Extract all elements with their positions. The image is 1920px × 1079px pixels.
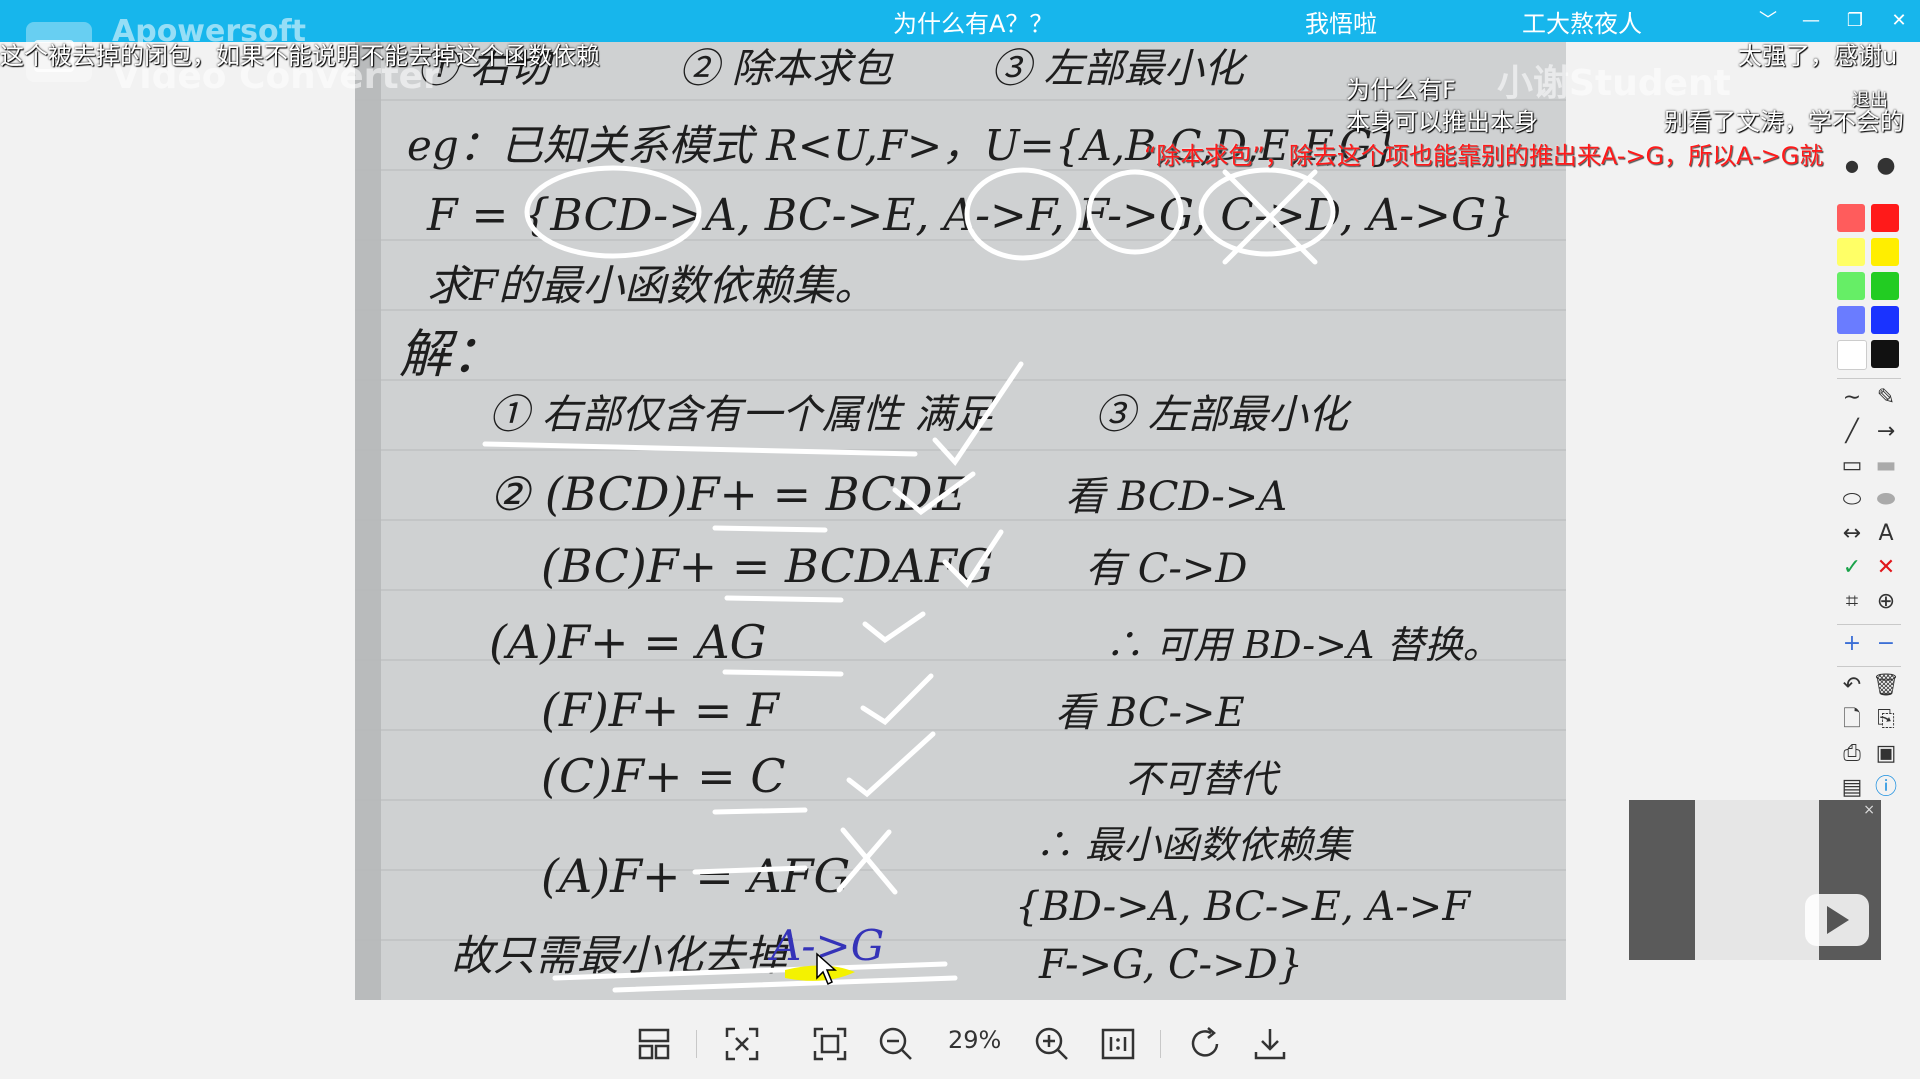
filled-rectangle-icon[interactable]: ▬ xyxy=(1871,452,1901,480)
color-swatch-light-green[interactable] xyxy=(1837,272,1865,300)
freehand-icon[interactable]: ∼ xyxy=(1837,384,1867,412)
color-swatch-red[interactable] xyxy=(1871,204,1899,232)
color-swatch-green[interactable] xyxy=(1871,272,1899,300)
color-swatch-light-yellow[interactable] xyxy=(1837,238,1865,266)
layout-icon[interactable] xyxy=(634,1024,674,1064)
zoom-level: 29% xyxy=(948,1026,1002,1054)
undo-icon[interactable]: ↶ xyxy=(1837,672,1867,700)
save-icon[interactable]: ▣ xyxy=(1871,740,1901,768)
color-swatch-white[interactable] xyxy=(1837,340,1867,370)
note-closure-2: (BC)F+ = BCDAFG xyxy=(541,539,994,593)
danmaku-comment: 本身可以推出本身 xyxy=(1346,108,1538,136)
line-icon[interactable]: ╱ xyxy=(1837,418,1867,446)
screen-icon[interactable]: ▤ xyxy=(1837,774,1867,802)
handwritten-notes-photo: ① 右切 ② 除本求包 ③ 左部最小化 eg：已知关系模式 R<U,F>，U={… xyxy=(355,42,1566,1000)
note-right-3: ∴ 可用 BD->A 替换。 xyxy=(1105,623,1500,667)
drawing-toolbar: ● ● ∼ ✎ ╱ → ▭ ▬ ⬭ ⬬ ↔ A ✓ ✕ ⌗ ⊕ + − ↶ 🗑 … xyxy=(1833,152,1905,802)
danmaku-top-1: 为什么有A？？ xyxy=(893,10,1054,38)
note-solution: 解： xyxy=(399,325,503,385)
note-step1: ① 右部仅含有一个属性 满足 xyxy=(489,392,997,438)
close-icon[interactable]: × xyxy=(1863,802,1875,818)
note-step3: ③ 左部最小化 xyxy=(1095,392,1353,438)
danmaku-comment: 这个被去掉的闭包，如果不能说明不能去掉这个函数依赖 xyxy=(0,42,600,70)
danmaku-top-2: 我悟啦 xyxy=(1305,10,1377,38)
pen-thick-icon[interactable]: ● xyxy=(1871,152,1901,180)
restore-button[interactable]: ❐ xyxy=(1841,8,1869,34)
zoom-out-icon[interactable] xyxy=(876,1024,916,1064)
note-closure-5: (C)F+ = C xyxy=(541,749,786,803)
info-icon[interactable]: ⓘ xyxy=(1871,774,1901,802)
danmaku-top-3: 工大熬夜人 xyxy=(1522,10,1642,38)
mini-preview-player[interactable]: × xyxy=(1629,800,1881,960)
arrow-icon[interactable]: → xyxy=(1871,418,1901,446)
toolbar-divider xyxy=(1160,1030,1161,1058)
zoom-in-icon[interactable] xyxy=(1032,1024,1072,1064)
note-question: 求F的最小函数依赖集。 xyxy=(427,261,876,310)
download-icon[interactable] xyxy=(1250,1024,1290,1064)
check-mark-icon[interactable]: ✓ xyxy=(1837,554,1867,582)
toolbar-divider xyxy=(1837,624,1901,625)
toolbar-divider xyxy=(696,1030,697,1058)
note-closure-1: ② (BCD)F+ = BCDE xyxy=(489,467,966,521)
fit-screen-icon[interactable] xyxy=(722,1024,762,1064)
color-swatch-black[interactable] xyxy=(1871,340,1899,368)
double-arrow-icon[interactable]: ↔ xyxy=(1837,520,1867,548)
note-right-1: 看 BCD->A xyxy=(1065,474,1287,520)
note-header-3: ③ 左部最小化 xyxy=(991,46,1249,92)
play-icon xyxy=(1827,906,1849,934)
exit-label[interactable]: 退出 xyxy=(1852,86,1888,112)
rectangle-icon[interactable]: ▭ xyxy=(1837,452,1867,480)
minus-icon[interactable]: − xyxy=(1871,630,1901,658)
note-right-6: ∴ 最小函数依赖集 xyxy=(1035,823,1354,867)
note-result-1: {BD->A, BC->E, A->F xyxy=(1015,884,1471,930)
danmaku-comment: 为什么有F xyxy=(1346,76,1456,104)
toolbar-divider xyxy=(1837,666,1901,667)
new-page-icon[interactable]: 🗋 xyxy=(1837,706,1867,734)
copy-icon[interactable]: ⎘ xyxy=(1871,706,1901,734)
actual-frame-icon[interactable] xyxy=(810,1024,850,1064)
note-result-2: F->G, C->D} xyxy=(1038,942,1303,988)
color-swatch-yellow[interactable] xyxy=(1871,238,1899,266)
cross-mark-icon[interactable]: ✕ xyxy=(1871,554,1901,582)
crop-icon[interactable]: ⌗ xyxy=(1837,588,1867,616)
note-closure-3: (A)F+ = AG xyxy=(489,615,766,669)
image-viewer-canvas[interactable]: ① 右切 ② 除本求包 ③ 左部最小化 eg：已知关系模式 R<U,F>，U={… xyxy=(355,42,1566,1000)
rotate-icon[interactable] xyxy=(1186,1024,1226,1064)
highlighter-icon[interactable]: ✎ xyxy=(1871,384,1901,412)
ellipse-icon[interactable]: ⬭ xyxy=(1837,486,1867,514)
one-to-one-icon[interactable] xyxy=(1098,1024,1138,1064)
note-closure-6: (A)F+ = AFG xyxy=(541,849,850,903)
toolbar-divider xyxy=(1837,378,1901,379)
minimize-button[interactable]: — xyxy=(1797,8,1825,34)
danmaku-comment-highlight: “除本求包”，除去这个项也能靠别的推出来A->G，所以A->G就 xyxy=(1144,142,1824,170)
viewer-bottom-toolbar: 29% xyxy=(0,1010,1920,1079)
plus-icon[interactable]: + xyxy=(1837,630,1867,658)
preview-thumbnail xyxy=(1695,800,1819,960)
note-right-5: 不可替代 xyxy=(1125,757,1281,801)
note-right-2: 有 C->D xyxy=(1085,546,1247,592)
note-closure-4: (F)F+ = F xyxy=(541,683,781,737)
print-icon[interactable]: ⎙ xyxy=(1837,740,1867,768)
close-button[interactable]: ✕ xyxy=(1885,8,1913,34)
color-swatch-blue[interactable] xyxy=(1871,306,1899,334)
color-swatch-light-red[interactable] xyxy=(1837,204,1865,232)
pen-thin-icon[interactable]: ● xyxy=(1837,152,1867,180)
trash-icon[interactable]: 🗑 xyxy=(1871,672,1901,700)
note-header-2: ② 除本求包 xyxy=(679,46,895,92)
note-right-4: 看 BC->E xyxy=(1055,690,1245,736)
chevron-down-icon[interactable]: ﹀ xyxy=(1754,8,1782,34)
text-tool-icon[interactable]: A xyxy=(1871,520,1901,548)
magnifier-icon[interactable]: ⊕ xyxy=(1871,588,1901,616)
color-swatch-light-blue[interactable] xyxy=(1837,306,1865,334)
filled-ellipse-icon[interactable]: ⬬ xyxy=(1871,486,1901,514)
watermark-uploader: 小谢Student xyxy=(1497,63,1731,104)
danmaku-comment: 太强了，感谢u xyxy=(1738,42,1898,70)
